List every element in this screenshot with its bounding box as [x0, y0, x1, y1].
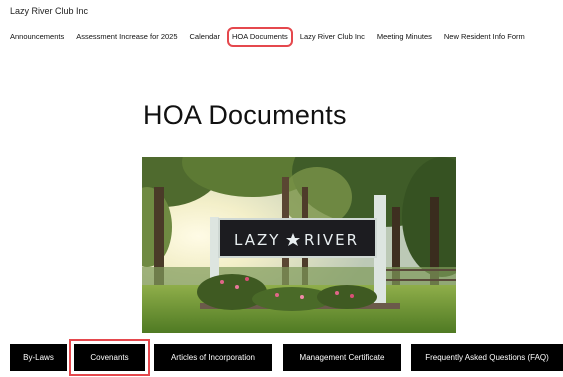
site-title[interactable]: Lazy River Club Inc [10, 6, 88, 16]
nav-item-calendar[interactable]: Calendar [190, 32, 220, 42]
nav-item-assessment-increase[interactable]: Assessment Increase for 2025 [76, 32, 177, 42]
covenants-button[interactable]: Covenants [69, 339, 150, 376]
management-certificate-button[interactable]: Management Certificate [283, 344, 401, 371]
sign-text-right: RIVER [304, 231, 359, 249]
nav-item-meeting-minutes[interactable]: Meeting Minutes [377, 32, 432, 42]
nav-item-announcements[interactable]: Announcements [10, 32, 64, 42]
by-laws-button[interactable]: By-Laws [10, 344, 67, 371]
document-buttons: By-Laws Covenants Articles of Incorporat… [0, 339, 563, 376]
articles-of-incorporation-button[interactable]: Articles of Incorporation [154, 344, 272, 371]
page: Lazy River Club Inc Announcements Assess… [0, 0, 563, 377]
page-title: HOA Documents [143, 100, 347, 130]
sign-text-left: LAZY [234, 231, 280, 249]
nav-item-lazy-river-club[interactable]: Lazy River Club Inc [300, 32, 365, 42]
hero-photo: LAZY RIVER [142, 157, 456, 333]
nav-item-new-resident-info-form[interactable]: New Resident Info Form [444, 32, 525, 42]
hero-image: LAZY RIVER [142, 157, 456, 333]
main-nav: Announcements Assessment Increase for 20… [10, 27, 537, 47]
faq-button[interactable]: Frequently Asked Questions (FAQ) [411, 344, 563, 371]
nav-item-hoa-documents[interactable]: HOA Documents [226, 27, 293, 47]
